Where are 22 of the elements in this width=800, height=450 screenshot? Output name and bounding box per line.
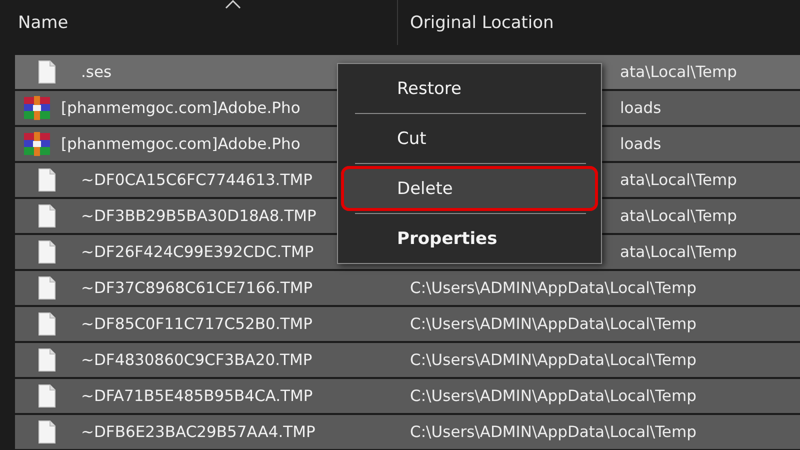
file-name: ~DF3BB29B5BA30D18A8.TMP bbox=[81, 207, 316, 225]
file-name: ~DF85C0F11C717C52B0.TMP bbox=[81, 315, 312, 333]
original-location: C:\Users\ADMIN\AppData\Local\Temp bbox=[410, 351, 696, 369]
file-name: ~DF0CA15C6FC7744613.TMP bbox=[81, 171, 312, 189]
file-name: ~DF26F424C99E392CDC.TMP bbox=[81, 243, 314, 261]
file-name: [phanmemgoc.com]Adobe.Pho bbox=[61, 135, 300, 153]
file-name: ~DF37C8968C61CE7166.TMP bbox=[81, 279, 313, 297]
original-location: ata\Local\Temp bbox=[620, 243, 737, 261]
file-name: ~DFB6E23BAC29B57AA4.TMP bbox=[81, 423, 316, 441]
original-location: C:\Users\ADMIN\AppData\Local\Temp bbox=[410, 423, 696, 441]
file-name: .ses bbox=[81, 63, 112, 81]
original-location: loads bbox=[620, 135, 662, 153]
original-location: ata\Local\Temp bbox=[620, 63, 737, 81]
file-name: ~DF4830860C9CF3BA20.TMP bbox=[81, 351, 312, 369]
original-location: C:\Users\ADMIN\AppData\Local\Temp bbox=[410, 387, 696, 405]
original-location: C:\Users\ADMIN\AppData\Local\Temp bbox=[410, 315, 696, 333]
original-location: loads bbox=[620, 99, 662, 117]
file-name: [phanmemgoc.com]Adobe.Pho bbox=[61, 99, 300, 117]
original-location: ata\Local\Temp bbox=[620, 207, 737, 225]
original-location: ata\Local\Temp bbox=[620, 171, 737, 189]
file-name: ~DFA71B5E485B95B4CA.TMP bbox=[81, 387, 313, 405]
original-location: C:\Users\ADMIN\AppData\Local\Temp bbox=[410, 279, 696, 297]
